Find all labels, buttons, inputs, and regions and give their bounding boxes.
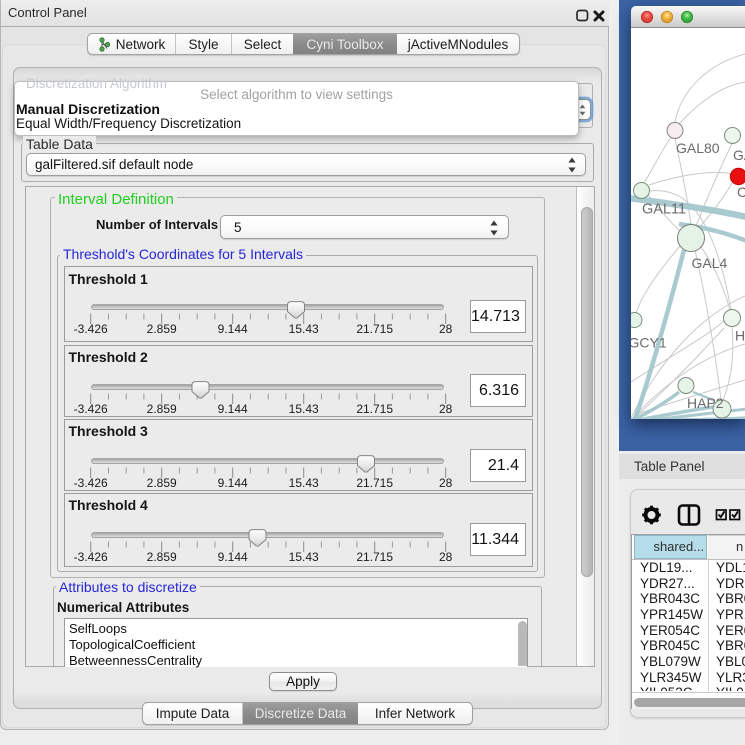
svg-text:GAL80: GAL80 <box>676 140 720 156</box>
svg-text:GAL11: GAL11 <box>642 202 686 218</box>
svg-text:HAP2: HAP2 <box>687 395 724 411</box>
svg-text:C: C <box>737 184 745 200</box>
svg-text:GA: GA <box>733 147 745 163</box>
svg-text:GAL4: GAL4 <box>692 255 728 271</box>
svg-text:HA: HA <box>735 328 745 344</box>
svg-text:GCY1: GCY1 <box>631 335 667 351</box>
